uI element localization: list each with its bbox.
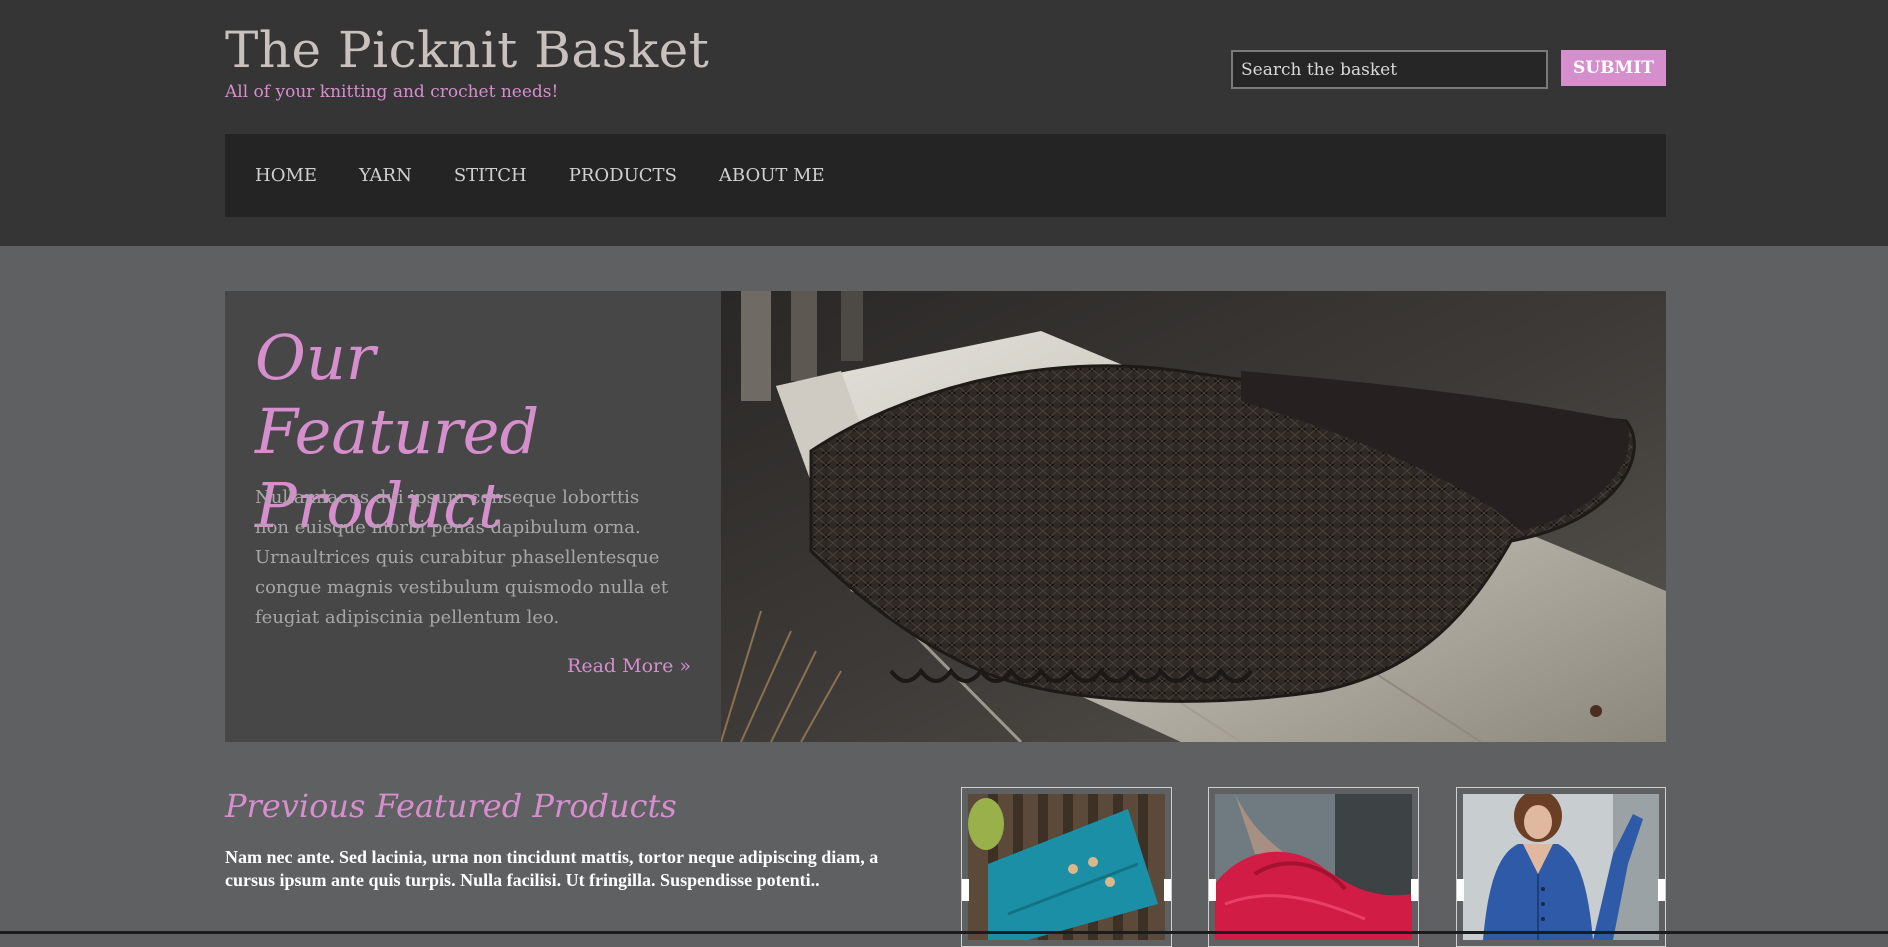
thumbnail-blue-cardigan[interactable]	[1456, 787, 1666, 947]
knitted-shawl-photo	[721, 291, 1666, 742]
blue-cardigan-image	[1463, 794, 1659, 940]
thumbnail-teal-pillow[interactable]	[961, 787, 1172, 947]
submit-button[interactable]: SUBMIT	[1561, 50, 1666, 86]
thumb-handle-right	[1658, 879, 1665, 901]
thumb-handle-right	[1164, 879, 1171, 901]
previous-featured-description: Nam nec ante. Sed lacinia, urna non tinc…	[225, 847, 879, 890]
nav-item-products[interactable]: PRODUCTS	[569, 165, 677, 186]
nav-item-about-me[interactable]: ABOUT ME	[719, 165, 825, 186]
site-header: The Picknit Basket All of your knitting …	[0, 0, 1888, 246]
search-input[interactable]	[1231, 50, 1548, 89]
featured-panel: Our Featured Product Nullamlacus dui ips…	[225, 291, 721, 742]
featured-description: Nullamlacus dui ipsum conseque loborttis…	[255, 487, 669, 628]
featured-product-image[interactable]	[721, 291, 1666, 742]
thumb-handle-left	[1457, 879, 1464, 901]
thumb-handle-left	[962, 879, 969, 901]
nav-item-yarn[interactable]: YARN	[359, 165, 412, 186]
site-title[interactable]: The Picknit Basket	[225, 20, 709, 80]
thumb-handle-left	[1209, 879, 1216, 901]
site-tagline: All of your knitting and crochet needs!	[225, 82, 559, 102]
read-more-link[interactable]: Read More »	[567, 655, 691, 677]
red-mittens-image	[1215, 794, 1412, 940]
nav-item-home[interactable]: HOME	[255, 165, 317, 186]
main-nav: HOME YARN STITCH PRODUCTS ABOUT ME	[225, 134, 1666, 217]
thumbnail-red-mittens[interactable]	[1208, 787, 1419, 947]
teal-pillow-image	[968, 794, 1165, 940]
nav-item-stitch[interactable]: STITCH	[454, 165, 527, 186]
previous-featured-heading: Previous Featured Products	[225, 787, 677, 825]
thumb-handle-right	[1411, 879, 1418, 901]
